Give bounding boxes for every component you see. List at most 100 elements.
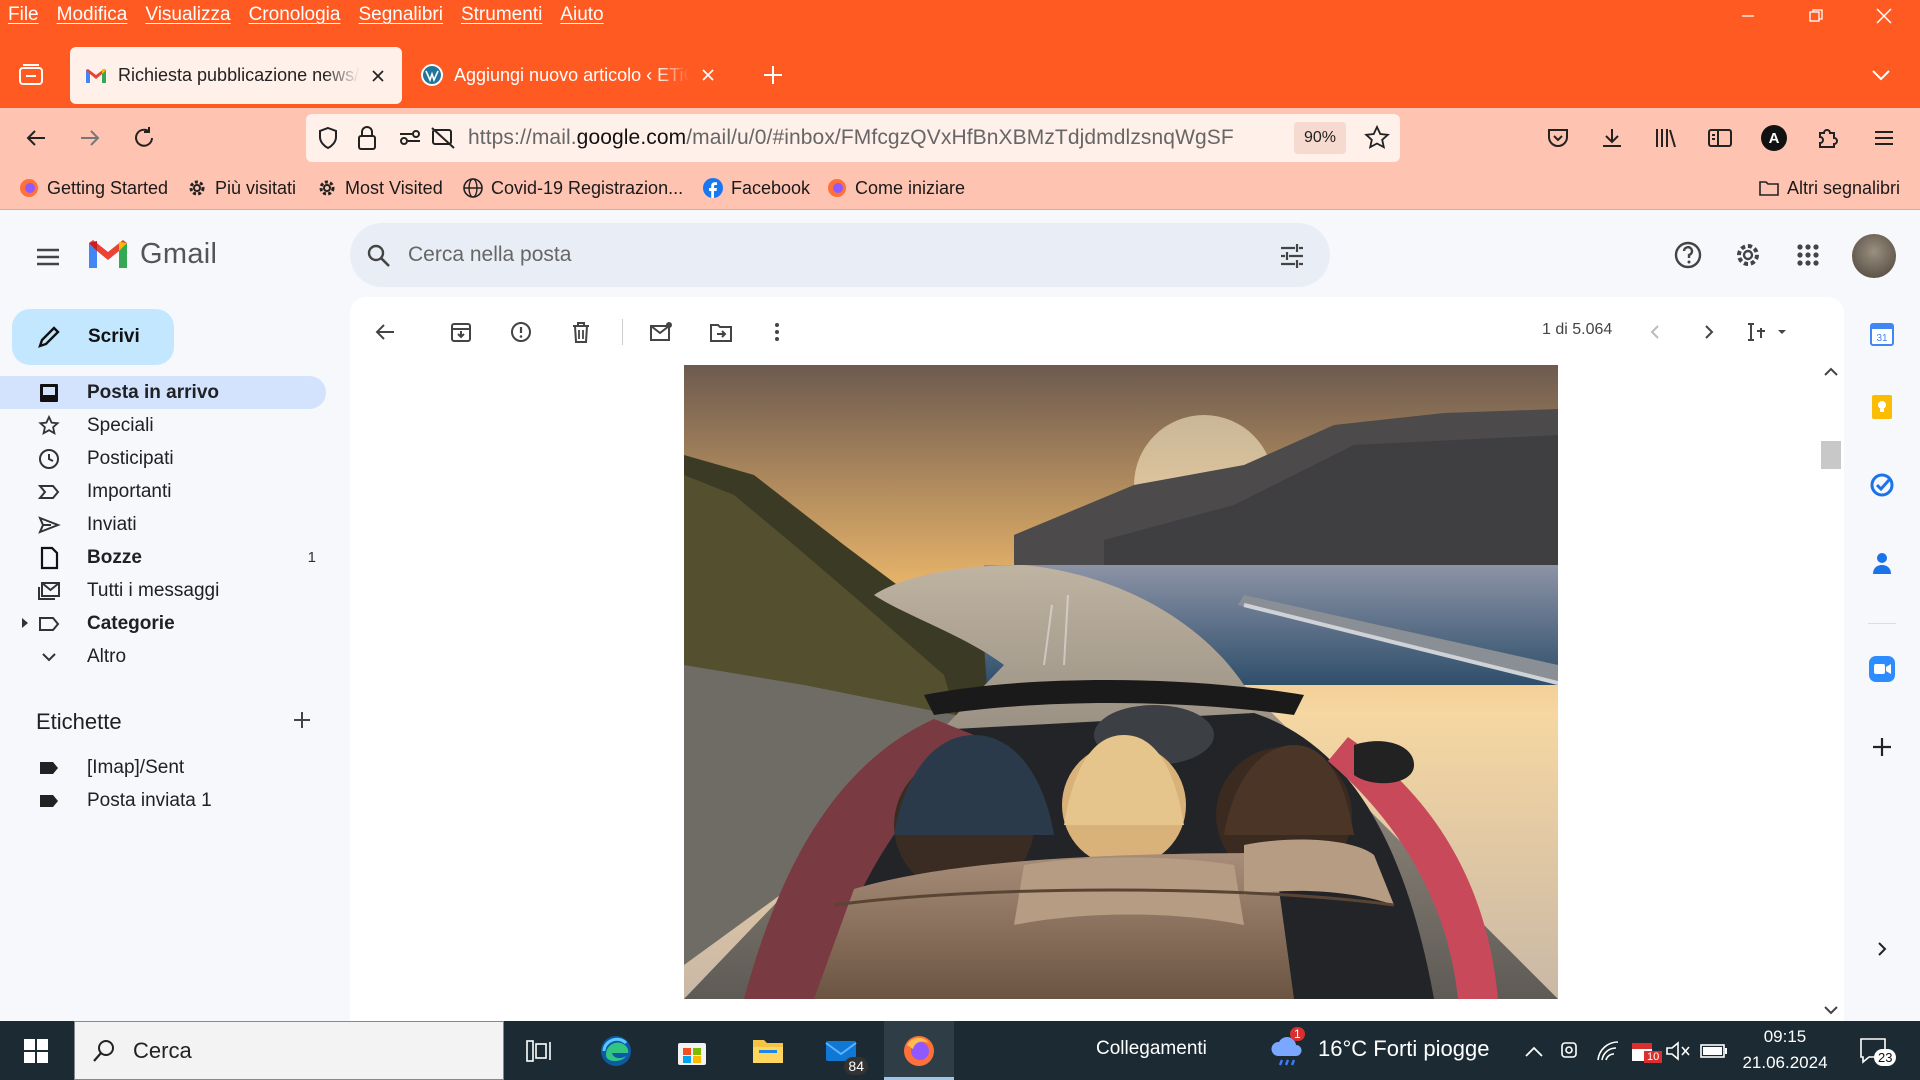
folder-drafts[interactable]: Bozze 1 bbox=[0, 541, 326, 574]
tab-overview-button[interactable] bbox=[16, 60, 46, 90]
mail-taskbar-button[interactable]: 84 bbox=[822, 1031, 868, 1075]
expand-arrow-icon[interactable] bbox=[20, 617, 30, 629]
folder-important[interactable]: Importanti bbox=[0, 475, 326, 508]
extensions-button[interactable] bbox=[1812, 122, 1844, 154]
label-imap-sent[interactable]: [Imap]/Sent bbox=[0, 751, 326, 784]
folder-starred[interactable]: Speciali bbox=[0, 409, 326, 442]
support-button[interactable] bbox=[1672, 239, 1704, 271]
close-tab-icon[interactable] bbox=[698, 65, 718, 85]
account-avatar[interactable] bbox=[1852, 234, 1896, 278]
back-button[interactable] bbox=[20, 122, 52, 154]
show-hidden-icons-button[interactable] bbox=[1514, 1031, 1554, 1071]
menu-aiuto[interactable]: Aiuto bbox=[560, 4, 603, 26]
bookmark-facebook[interactable]: Facebook bbox=[702, 177, 810, 199]
notification-center-button[interactable]: 23 bbox=[1854, 1031, 1897, 1071]
explorer-taskbar-button[interactable] bbox=[748, 1031, 788, 1071]
edge-taskbar-button[interactable] bbox=[596, 1031, 636, 1071]
forward-button[interactable] bbox=[74, 122, 106, 154]
new-tab-button[interactable] bbox=[760, 62, 786, 88]
folder-inbox[interactable]: Posta in arrivo bbox=[0, 376, 326, 409]
folder-more[interactable]: Altro bbox=[0, 640, 326, 673]
tray-battery-icon[interactable] bbox=[1694, 1031, 1734, 1071]
input-tools-button[interactable] bbox=[1746, 317, 1790, 347]
tray-volume-icon[interactable] bbox=[1658, 1031, 1698, 1071]
bookmark-come-iniziare[interactable]: Come iniziare bbox=[826, 177, 965, 199]
menu-strumenti[interactable]: Strumenti bbox=[461, 4, 542, 26]
bookmark-piu-visitati[interactable]: Più visitati bbox=[186, 177, 296, 199]
reload-button[interactable] bbox=[128, 122, 160, 154]
create-label-button[interactable] bbox=[290, 708, 314, 732]
other-bookmarks[interactable]: Altri segnalibri bbox=[1758, 177, 1900, 199]
account-button[interactable]: A bbox=[1758, 122, 1790, 154]
app-menu-button[interactable] bbox=[1868, 122, 1900, 154]
taskbar-search[interactable]: Cerca bbox=[74, 1021, 504, 1080]
weather-text[interactable]: 16°C Forti piogge bbox=[1318, 1036, 1489, 1062]
links-toolbar-label[interactable]: Collegamenti bbox=[1096, 1038, 1207, 1060]
main-menu-button[interactable] bbox=[34, 243, 66, 275]
menu-segnalibri[interactable]: Segnalibri bbox=[358, 4, 443, 26]
close-tab-icon[interactable] bbox=[368, 66, 388, 86]
bookmark-getting-started[interactable]: Getting Started bbox=[18, 177, 168, 199]
newer-button[interactable] bbox=[1640, 317, 1670, 347]
gmail-logo[interactable]: Gmail bbox=[86, 237, 217, 271]
zoom-addon-button[interactable] bbox=[1866, 653, 1898, 685]
library-button[interactable] bbox=[1650, 122, 1682, 154]
address-bar[interactable]: https://mail.google.com/mail/u/0/#inbox/… bbox=[306, 114, 1400, 162]
message-scrollbar[interactable] bbox=[1818, 357, 1844, 1021]
keep-app-button[interactable] bbox=[1866, 391, 1898, 423]
firefox-taskbar-button[interactable] bbox=[884, 1021, 954, 1080]
bookmark-most-visited[interactable]: Most Visited bbox=[316, 177, 443, 199]
mail-search-bar[interactable]: Cerca nella posta bbox=[350, 223, 1330, 287]
show-side-panel-button[interactable] bbox=[1866, 933, 1898, 965]
folder-snoozed[interactable]: Posticipati bbox=[0, 442, 326, 475]
folder-all-mail[interactable]: Tutti i messaggi bbox=[0, 574, 326, 607]
blocked-media-icon[interactable] bbox=[430, 126, 456, 150]
folder-sent[interactable]: Inviati bbox=[0, 508, 326, 541]
bookmark-star-icon[interactable] bbox=[1364, 125, 1390, 151]
clock[interactable]: 09:15 21.06.2024 bbox=[1740, 1027, 1830, 1073]
back-to-inbox-button[interactable] bbox=[370, 317, 400, 347]
permissions-icon[interactable] bbox=[398, 126, 422, 150]
store-taskbar-button[interactable] bbox=[672, 1031, 712, 1071]
menu-modifica[interactable]: Modifica bbox=[57, 4, 128, 26]
older-button[interactable] bbox=[1694, 317, 1724, 347]
search-options-icon[interactable] bbox=[1278, 242, 1306, 270]
bookmark-covid[interactable]: Covid-19 Registrazion... bbox=[462, 177, 683, 199]
menu-file[interactable]: File bbox=[8, 4, 39, 26]
task-view-button[interactable] bbox=[520, 1031, 560, 1071]
report-spam-button[interactable] bbox=[506, 317, 536, 347]
get-addons-button[interactable] bbox=[1866, 731, 1898, 763]
restore-button[interactable] bbox=[1796, 4, 1836, 28]
minimize-button[interactable] bbox=[1728, 4, 1768, 28]
contacts-app-button[interactable] bbox=[1866, 547, 1898, 579]
url-text[interactable]: https://mail.google.com/mail/u/0/#inbox/… bbox=[468, 126, 1234, 150]
google-apps-button[interactable] bbox=[1792, 239, 1824, 271]
move-to-button[interactable] bbox=[706, 317, 736, 347]
list-all-tabs-button[interactable] bbox=[1868, 62, 1894, 88]
compose-button[interactable]: Scrivi bbox=[12, 309, 174, 365]
delete-button[interactable] bbox=[566, 317, 596, 347]
tray-camera-icon[interactable] bbox=[1550, 1031, 1590, 1071]
label-posta-inviata[interactable]: Posta inviata 1 bbox=[0, 784, 326, 817]
zoom-level-button[interactable]: 90% bbox=[1294, 122, 1346, 154]
tasks-app-button[interactable] bbox=[1866, 469, 1898, 501]
sidebar-button[interactable] bbox=[1704, 122, 1736, 154]
folder-categories[interactable]: Categorie bbox=[0, 607, 326, 640]
shield-icon[interactable] bbox=[316, 126, 340, 150]
more-actions-button[interactable] bbox=[762, 317, 792, 347]
downloads-button[interactable] bbox=[1596, 122, 1628, 154]
menu-cronologia[interactable]: Cronologia bbox=[249, 4, 341, 26]
archive-button[interactable] bbox=[446, 317, 476, 347]
pocket-button[interactable] bbox=[1542, 122, 1574, 154]
tray-calendar-icon[interactable]: 10 bbox=[1622, 1031, 1663, 1071]
settings-button[interactable] bbox=[1732, 239, 1764, 271]
close-window-button[interactable] bbox=[1864, 4, 1904, 28]
tab-wordpress[interactable]: Aggiungi nuovo articolo ‹ ETiCi bbox=[406, 48, 732, 102]
weather-widget-icon[interactable]: 1 bbox=[1268, 1027, 1308, 1071]
lock-icon[interactable] bbox=[356, 125, 378, 151]
start-button[interactable] bbox=[16, 1031, 56, 1071]
mark-unread-button[interactable] bbox=[646, 317, 676, 347]
tab-gmail[interactable]: Richiesta pubblicazione news/in bbox=[70, 47, 402, 104]
calendar-app-button[interactable]: 31 bbox=[1866, 318, 1898, 350]
menu-visualizza[interactable]: Visualizza bbox=[145, 4, 230, 26]
